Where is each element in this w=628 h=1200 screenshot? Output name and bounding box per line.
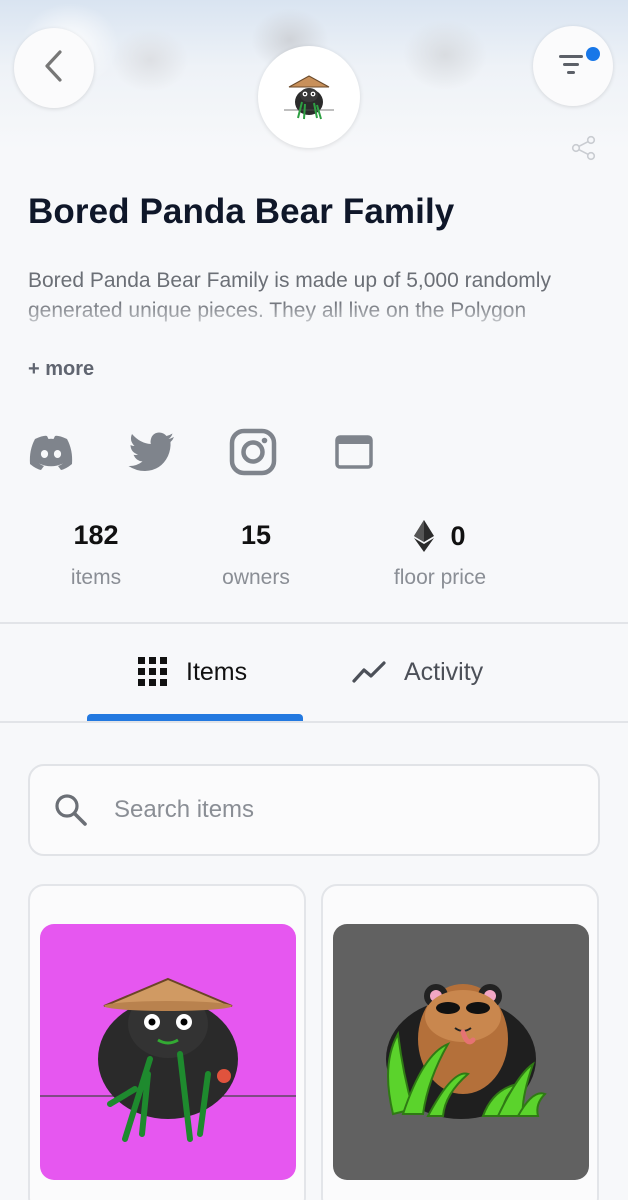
divider	[0, 622, 628, 624]
twitter-button[interactable]	[127, 428, 177, 476]
discord-icon	[29, 435, 73, 470]
tab-items[interactable]: Items	[138, 650, 247, 694]
collection-avatar	[258, 46, 360, 148]
search-box[interactable]	[28, 764, 600, 856]
floor-price: 0	[380, 520, 500, 552]
tabs-divider	[0, 721, 628, 723]
twitter-icon	[128, 432, 174, 471]
instagram-icon	[229, 428, 277, 476]
search-icon	[54, 793, 88, 827]
back-button[interactable]	[14, 28, 94, 108]
item-card[interactable]	[321, 884, 599, 1200]
floor-price-label: floor price	[393, 566, 487, 589]
panda-straw-hat-image	[40, 977, 296, 1142]
tab-activity-label: Activity	[404, 657, 484, 686]
ethereum-icon	[414, 520, 435, 552]
grid-icon	[138, 657, 167, 686]
items-label: items	[70, 566, 122, 589]
website-icon	[335, 435, 373, 469]
chevron-left-icon	[41, 49, 67, 88]
share-icon	[571, 135, 596, 161]
search-input[interactable]	[114, 796, 554, 824]
filter-icon	[559, 52, 587, 81]
owners-label: owners	[222, 566, 290, 589]
trend-line-icon	[352, 661, 386, 683]
collection-title: Bored Panda Bear Family	[28, 192, 455, 231]
items-count: 182	[73, 520, 119, 550]
share-button[interactable]	[570, 134, 598, 167]
item-card[interactable]	[28, 884, 306, 1200]
floor-price-value: 0	[450, 520, 466, 551]
panda-logo-icon	[284, 75, 334, 120]
active-tab-indicator	[87, 714, 303, 721]
filter-button[interactable]	[533, 26, 613, 106]
panda-sunglasses-image	[386, 984, 547, 1119]
collection-description: Bored Panda Bear Family is made up of 5,…	[28, 269, 551, 330]
item-image	[333, 924, 589, 1180]
discord-button[interactable]	[26, 428, 76, 476]
item-image	[40, 924, 296, 1180]
more-button[interactable]: + more	[28, 358, 94, 381]
tab-activity[interactable]: Activity	[352, 650, 483, 694]
notification-dot	[586, 47, 600, 61]
owners-count: 15	[240, 520, 272, 550]
tab-items-label: Items	[186, 657, 248, 686]
instagram-button[interactable]	[228, 428, 278, 476]
website-button[interactable]	[329, 428, 379, 476]
